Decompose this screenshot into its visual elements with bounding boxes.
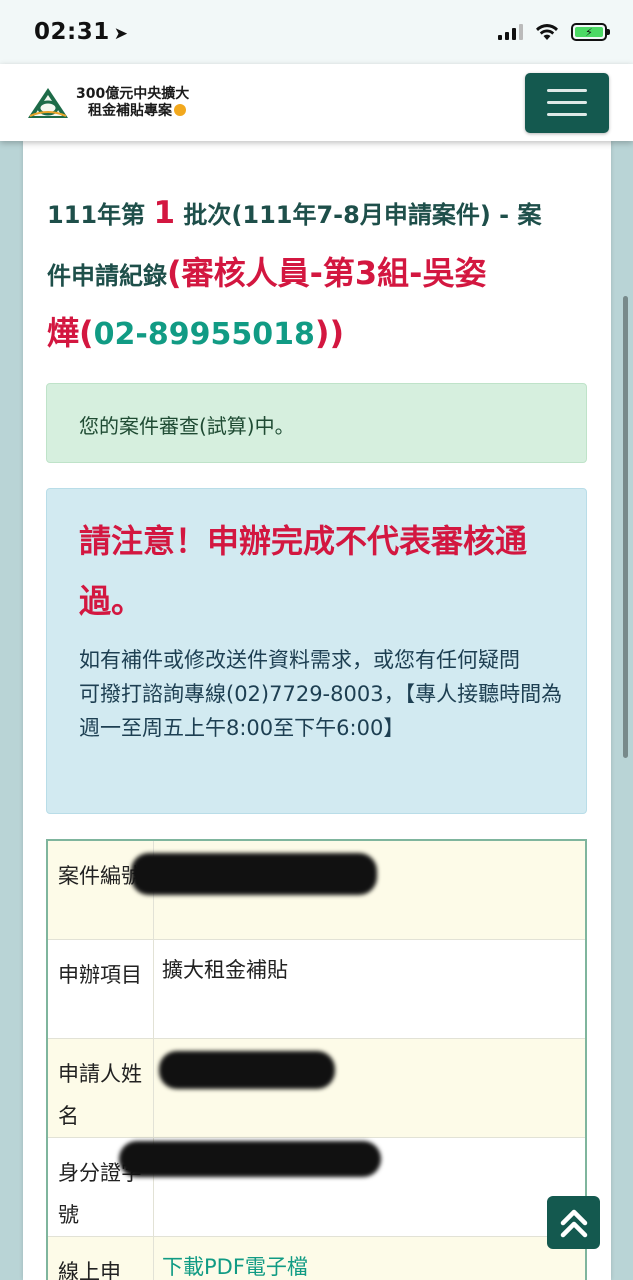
main-card: 111年第 1 批次(111年7-8月申請案件) - 案 件申請紀錄(審核人員-… (23, 141, 611, 1280)
title-line-1: 111年第 1 批次(111年7-8月申請案件) - 案 (47, 183, 567, 243)
table-row: 申辦項目 擴大租金補貼 (48, 940, 585, 1039)
site-header: 300億元中央擴大 租金補貼專案 (0, 64, 633, 141)
status-icons: ⚡ (498, 23, 610, 41)
application-item-value: 擴大租金補貼 (162, 958, 288, 982)
menu-bar (547, 89, 587, 92)
reviewer-info: (審核人員-第3組-吳姿 (167, 254, 487, 292)
download-pdf-link[interactable]: 下載PDF電子檔 (162, 1255, 308, 1279)
scrollbar[interactable] (623, 296, 628, 758)
title-line-2: 件申請紀錄(審核人員-第3組-吳姿 (47, 243, 567, 303)
notice-line: 如有補件或修改送件資料需求，或您有任何疑問 (79, 648, 520, 672)
reviewer-info: )) (314, 314, 345, 352)
logo-subtitle: 租金補貼專案 (76, 103, 189, 120)
logo-mark-icon (28, 87, 68, 118)
cellular-signal-icon (498, 24, 523, 40)
notice-body: 如有補件或修改送件資料需求，或您有任何疑問 可撥打諮詢專線(02)7729-80… (79, 643, 566, 745)
logo-home-icon (174, 103, 186, 116)
page-title: 111年第 1 批次(111年7-8月申請案件) - 案 件申請紀錄(審核人員-… (47, 183, 567, 363)
reviewer-phone-link[interactable]: 02-89955018 (94, 317, 315, 352)
row-label: 申請人姓名 (48, 1039, 154, 1137)
logo-subtitle-text: 租金補貼專案 (88, 102, 172, 119)
row-label: 線上申 (48, 1237, 154, 1280)
logo-title: 300億元中央擴大 (76, 85, 190, 102)
menu-bar (547, 101, 587, 104)
review-status-alert: 您的案件審查(試算)中。 (46, 383, 587, 463)
back-to-top-button[interactable] (547, 1196, 600, 1249)
redaction-mark (159, 1051, 335, 1089)
reviewer-info: 燁( (47, 314, 94, 352)
battery-icon: ⚡ (571, 23, 610, 41)
double-chevron-up-icon (560, 1209, 587, 1237)
review-status-text: 您的案件審查(試算)中。 (79, 414, 295, 438)
notice-hotline: 可撥打諮詢專線(02)7729-8003，【專人接聽時間為週一至周五上午8:00… (79, 682, 563, 740)
title-line-3: 燁(02-89955018)) (47, 303, 567, 363)
notice-alert: 請注意！申辦完成不代表審核通過。 如有補件或修改送件資料需求，或您有任何疑問 可… (46, 488, 587, 814)
menu-bar (547, 113, 587, 116)
clock: 02:31 (34, 19, 110, 45)
title-text: 件申請紀錄 (47, 262, 167, 290)
location-icon: ➤ (113, 24, 129, 44)
status-time: 02:31 ➤ (34, 19, 128, 45)
redaction-mark (119, 1141, 381, 1177)
title-text: 批次(111年7-8月申請案件) - 案 (183, 201, 542, 229)
site-logo[interactable]: 300億元中央擴大 租金補貼專案 (26, 86, 189, 120)
row-label: 申辦項目 (48, 940, 154, 1038)
battery-charging-icon: ⚡ (575, 26, 603, 39)
table-row: 線上申 下載PDF電子檔 (48, 1237, 585, 1280)
status-bar: 02:31 ➤ ⚡ (0, 0, 633, 64)
batch-number: 1 (153, 195, 176, 231)
pdf-cell: 下載PDF電子檔 (154, 1237, 585, 1280)
notice-warning: 請注意！申辦完成不代表審核通過。 (79, 522, 528, 620)
wifi-icon (536, 23, 558, 40)
hamburger-menu-button[interactable] (525, 72, 609, 133)
redaction-mark (131, 853, 377, 895)
title-text: 111年第 (47, 201, 146, 229)
